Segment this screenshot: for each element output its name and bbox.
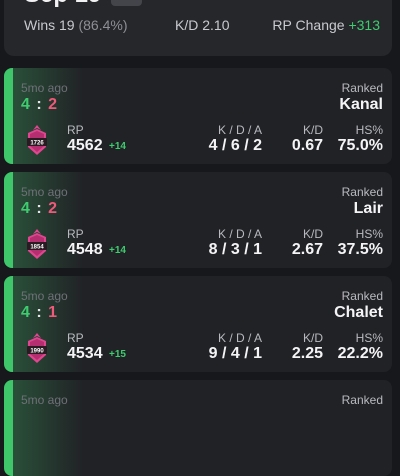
hs-label: HS%: [355, 123, 383, 137]
win-indicator: [4, 276, 13, 372]
rounds-lost: 2: [48, 96, 59, 113]
kd-stat: K/D 2.10: [175, 17, 229, 33]
wins-label: Wins: [24, 17, 56, 33]
hs-label: HS%: [355, 227, 383, 241]
match-score: 4 : 1: [21, 304, 58, 322]
rp-delta: +15: [109, 349, 126, 360]
hs-value: 22.2%: [337, 345, 383, 362]
score-separator: :: [36, 96, 43, 113]
rp-label: RP: [67, 331, 84, 345]
match-mode: Ranked: [341, 393, 383, 407]
match-card[interactable]: 5mo ago 4 : 2 Ranked Lair 1854 RP 4548 +…: [4, 172, 392, 268]
kda-label: K / D / A: [217, 331, 262, 345]
rp-change-label: RP Change: [272, 17, 345, 33]
match-card[interactable]: 5mo ago 4 : 2 Ranked Kanal 1726 RP 4562 …: [4, 68, 392, 164]
kd-value: 2.67: [291, 241, 323, 258]
rp-label: RP: [67, 123, 84, 137]
kd-summary-value: 2.10: [202, 17, 230, 33]
match-score: 4 : 2: [21, 96, 58, 114]
rp-value: 4534: [67, 345, 103, 362]
rank-badge-icon: 1854: [27, 229, 47, 259]
kda-value: 8 / 3 / 1: [208, 241, 262, 258]
rank-badge-icon: 1726: [27, 125, 47, 155]
match-score: 4 : 2: [21, 200, 58, 218]
wins-value: 19: [59, 17, 75, 33]
win-indicator: [4, 380, 13, 476]
kd-summary-label: K/D: [175, 17, 199, 33]
rank-badge-text: 1726: [30, 141, 44, 147]
match-time-ago: 5mo ago: [21, 81, 68, 95]
win-indicator: [4, 172, 13, 268]
rp-label: RP: [67, 227, 84, 241]
rounds-won: 4: [21, 96, 31, 113]
wins-stat: Wins 19 (86.4%): [24, 17, 128, 33]
rounds-won: 4: [21, 304, 31, 321]
kda-label: K / D / A: [217, 123, 262, 137]
kd-label: K/D: [302, 227, 323, 241]
kda-value: 9 / 4 / 1: [208, 345, 262, 362]
match-map: Lair: [353, 200, 383, 217]
hs-value: 75.0%: [337, 137, 383, 154]
rounds-lost: 1: [48, 304, 59, 321]
rounds-won: 4: [21, 200, 31, 217]
win-indicator: [4, 68, 13, 164]
match-time-ago: 5mo ago: [21, 393, 68, 407]
match-card[interactable]: 5mo ago 4 : 1 Ranked Chalet 1990 RP 4534…: [4, 276, 392, 372]
kd-label: K/D: [302, 123, 323, 137]
score-separator: :: [36, 304, 43, 321]
rp-delta: +14: [109, 141, 126, 152]
rp-change-stat: RP Change +313: [272, 17, 380, 33]
match-count-badge: 22: [111, 0, 142, 6]
kda-label: K / D / A: [217, 227, 262, 241]
rank-badge-icon: 1990: [27, 333, 47, 363]
score-separator: :: [36, 200, 43, 217]
match-time-ago: 5mo ago: [21, 185, 68, 199]
match-map: Kanal: [339, 96, 383, 113]
match-card[interactable]: 5mo ago Ranked: [4, 380, 392, 476]
rp-delta: +14: [109, 245, 126, 256]
kd-value: 0.67: [291, 137, 323, 154]
match-time-ago: 5mo ago: [21, 289, 68, 303]
rp-change-value: +313: [348, 17, 380, 33]
rank-badge-text: 1854: [30, 245, 44, 251]
kda-value: 4 / 6 / 2: [208, 137, 262, 154]
wins-percent: (86.4%): [78, 17, 128, 33]
rp-value: 4548: [67, 241, 103, 258]
rounds-lost: 2: [48, 200, 59, 217]
match-map: Chalet: [334, 304, 383, 321]
hs-label: HS%: [355, 331, 383, 345]
match-mode: Ranked: [341, 185, 383, 199]
match-mode: Ranked: [341, 81, 383, 95]
kd-label: K/D: [302, 331, 323, 345]
day-summary-card: Sep 19 22 Wins 19 (86.4%) K/D 2.10 RP Ch…: [4, 0, 392, 56]
rp-value: 4562: [67, 137, 103, 154]
rank-badge-text: 1990: [30, 349, 44, 355]
match-mode: Ranked: [341, 289, 383, 303]
day-date: Sep 19: [24, 0, 101, 9]
kd-value: 2.25: [291, 345, 323, 362]
hs-value: 37.5%: [337, 241, 383, 258]
